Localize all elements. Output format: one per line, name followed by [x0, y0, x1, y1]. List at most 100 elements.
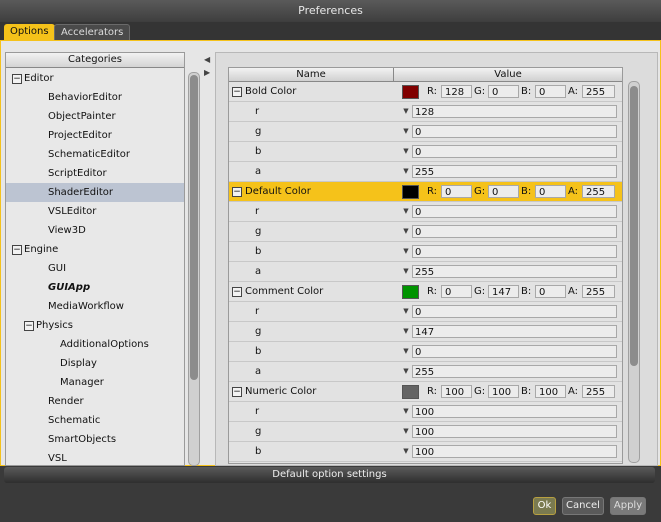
- tree-item[interactable]: VSLEditor: [6, 202, 184, 221]
- channel-property-row[interactable]: b ▼ 0: [229, 342, 622, 362]
- dropdown-arrow-icon[interactable]: ▼: [401, 345, 411, 358]
- channel-value-input[interactable]: 255: [412, 165, 617, 178]
- channel-g-input[interactable]: 0: [488, 185, 519, 198]
- tree-item[interactable]: ShaderEditor: [6, 183, 184, 202]
- dropdown-arrow-icon[interactable]: ▼: [401, 125, 411, 138]
- channel-b-input[interactable]: 0: [535, 185, 566, 198]
- tree-item[interactable]: GUIApp: [6, 278, 184, 297]
- grid-scroll-thumb[interactable]: [630, 86, 638, 366]
- channel-property-row[interactable]: a ▼255: [229, 262, 622, 282]
- ok-button[interactable]: Ok: [533, 497, 556, 515]
- dropdown-arrow-icon[interactable]: ▼: [401, 145, 411, 158]
- color-swatch[interactable]: [402, 285, 419, 299]
- channel-property-row[interactable]: r ▼ 128: [229, 102, 622, 122]
- dropdown-arrow-icon[interactable]: ▼: [401, 325, 411, 338]
- categories-scrollbar[interactable]: [188, 72, 200, 466]
- collapse-toggle-icon[interactable]: −: [232, 187, 242, 197]
- tree-item[interactable]: − Editor: [6, 69, 184, 88]
- channel-property-row[interactable]: a ▼255: [229, 462, 622, 463]
- dropdown-arrow-icon[interactable]: ▼: [401, 425, 411, 438]
- dropdown-arrow-icon[interactable]: ▼: [401, 205, 411, 218]
- channel-value-input[interactable]: 0: [412, 205, 617, 218]
- channel-property-row[interactable]: g ▼ 100: [229, 422, 622, 442]
- channel-property-row[interactable]: b ▼ 0: [229, 142, 622, 162]
- color-swatch[interactable]: [402, 185, 419, 199]
- expand-right-arrow-icon[interactable]: ▶: [204, 68, 210, 77]
- grid-scrollbar[interactable]: [628, 81, 640, 463]
- channel-value-input[interactable]: 128: [412, 105, 617, 118]
- channel-g-input[interactable]: 147: [488, 285, 519, 298]
- color-property-row[interactable]: − Numeric Color R: 100 G: 100 B: 100 A: 255: [229, 382, 622, 402]
- dropdown-arrow-icon[interactable]: ▼: [401, 445, 411, 458]
- channel-a-input[interactable]: 255: [582, 185, 615, 198]
- tree-item[interactable]: GUI: [6, 259, 184, 278]
- tree-item[interactable]: − Physics: [6, 316, 184, 335]
- dropdown-arrow-icon[interactable]: ▼: [401, 105, 411, 118]
- channel-property-row[interactable]: g ▼ 0: [229, 122, 622, 142]
- channel-value-input[interactable]: 147: [412, 325, 617, 338]
- tree-item[interactable]: ProjectEditor: [6, 126, 184, 145]
- dropdown-arrow-icon[interactable]: ▼: [401, 405, 411, 418]
- channel-b-input[interactable]: 0: [535, 285, 566, 298]
- tree-item[interactable]: SmartObjects: [6, 430, 184, 449]
- tree-item[interactable]: ScriptEditor: [6, 164, 184, 183]
- channel-a-input[interactable]: 255: [582, 385, 615, 398]
- color-swatch[interactable]: [402, 85, 419, 99]
- color-property-row[interactable]: − Bold Color R: 128 G: 0 B: 0 A: 255: [229, 82, 622, 102]
- collapse-left-arrow-icon[interactable]: ◀: [204, 55, 210, 64]
- tab-accelerators[interactable]: Accelerators: [54, 24, 131, 41]
- tree-item[interactable]: Manager: [6, 373, 184, 392]
- collapse-toggle-icon[interactable]: −: [232, 287, 242, 297]
- collapse-toggle-icon[interactable]: −: [232, 87, 242, 97]
- dropdown-arrow-icon[interactable]: ▼: [401, 245, 411, 258]
- collapse-toggle-icon[interactable]: −: [12, 74, 22, 84]
- dropdown-arrow-icon[interactable]: ▼: [401, 365, 411, 378]
- categories-scroll-thumb[interactable]: [190, 75, 198, 380]
- tree-item[interactable]: Render: [6, 392, 184, 411]
- channel-property-row[interactable]: a ▼255: [229, 362, 622, 382]
- tree-item[interactable]: − Engine: [6, 240, 184, 259]
- channel-b-input[interactable]: 0: [535, 85, 566, 98]
- dropdown-arrow-icon[interactable]: ▼: [401, 305, 411, 318]
- channel-property-row[interactable]: r ▼ 100: [229, 402, 622, 422]
- channel-property-row[interactable]: g ▼ 0: [229, 222, 622, 242]
- channel-a-input[interactable]: 255: [582, 285, 615, 298]
- apply-button[interactable]: Apply: [610, 497, 646, 515]
- channel-r-input[interactable]: 0: [441, 285, 472, 298]
- tree-item[interactable]: View3D: [6, 221, 184, 240]
- tree-item[interactable]: ObjectPainter: [6, 107, 184, 126]
- tree-item[interactable]: AdditionalOptions: [6, 335, 184, 354]
- channel-value-input[interactable]: 100: [412, 425, 617, 438]
- channel-value-input[interactable]: 0: [412, 125, 617, 138]
- channel-value-input[interactable]: 0: [412, 345, 617, 358]
- cancel-button[interactable]: Cancel: [562, 497, 604, 515]
- channel-value-input[interactable]: 255: [412, 265, 617, 278]
- channel-property-row[interactable]: r ▼ 0: [229, 302, 622, 322]
- collapse-toggle-icon[interactable]: −: [232, 387, 242, 397]
- dropdown-arrow-icon[interactable]: ▼: [401, 225, 411, 238]
- tab-options[interactable]: Options: [4, 24, 55, 40]
- channel-property-row[interactable]: g ▼ 147: [229, 322, 622, 342]
- channel-value-input[interactable]: 255: [412, 365, 617, 378]
- channel-g-input[interactable]: 0: [488, 85, 519, 98]
- channel-r-input[interactable]: 128: [441, 85, 472, 98]
- channel-b-input[interactable]: 100: [535, 385, 566, 398]
- tree-item[interactable]: Schematic: [6, 411, 184, 430]
- channel-property-row[interactable]: b ▼ 100: [229, 442, 622, 462]
- channel-g-input[interactable]: 100: [488, 385, 519, 398]
- tree-item[interactable]: VSL: [6, 449, 184, 468]
- channel-value-input[interactable]: 100: [412, 405, 617, 418]
- channel-property-row[interactable]: a ▼255: [229, 162, 622, 182]
- dropdown-arrow-icon[interactable]: ▼: [401, 165, 411, 178]
- channel-property-row[interactable]: b ▼ 0: [229, 242, 622, 262]
- color-swatch[interactable]: [402, 385, 419, 399]
- channel-r-input[interactable]: 100: [441, 385, 472, 398]
- tree-item[interactable]: Display: [6, 354, 184, 373]
- channel-value-input[interactable]: 0: [412, 225, 617, 238]
- channel-r-input[interactable]: 0: [441, 185, 472, 198]
- channel-value-input[interactable]: 0: [412, 305, 617, 318]
- color-property-row[interactable]: − Comment Color R: 0 G: 147 B: 0 A: 255: [229, 282, 622, 302]
- channel-value-input[interactable]: 0: [412, 245, 617, 258]
- collapse-toggle-icon[interactable]: −: [24, 321, 34, 331]
- channel-a-input[interactable]: 255: [582, 85, 615, 98]
